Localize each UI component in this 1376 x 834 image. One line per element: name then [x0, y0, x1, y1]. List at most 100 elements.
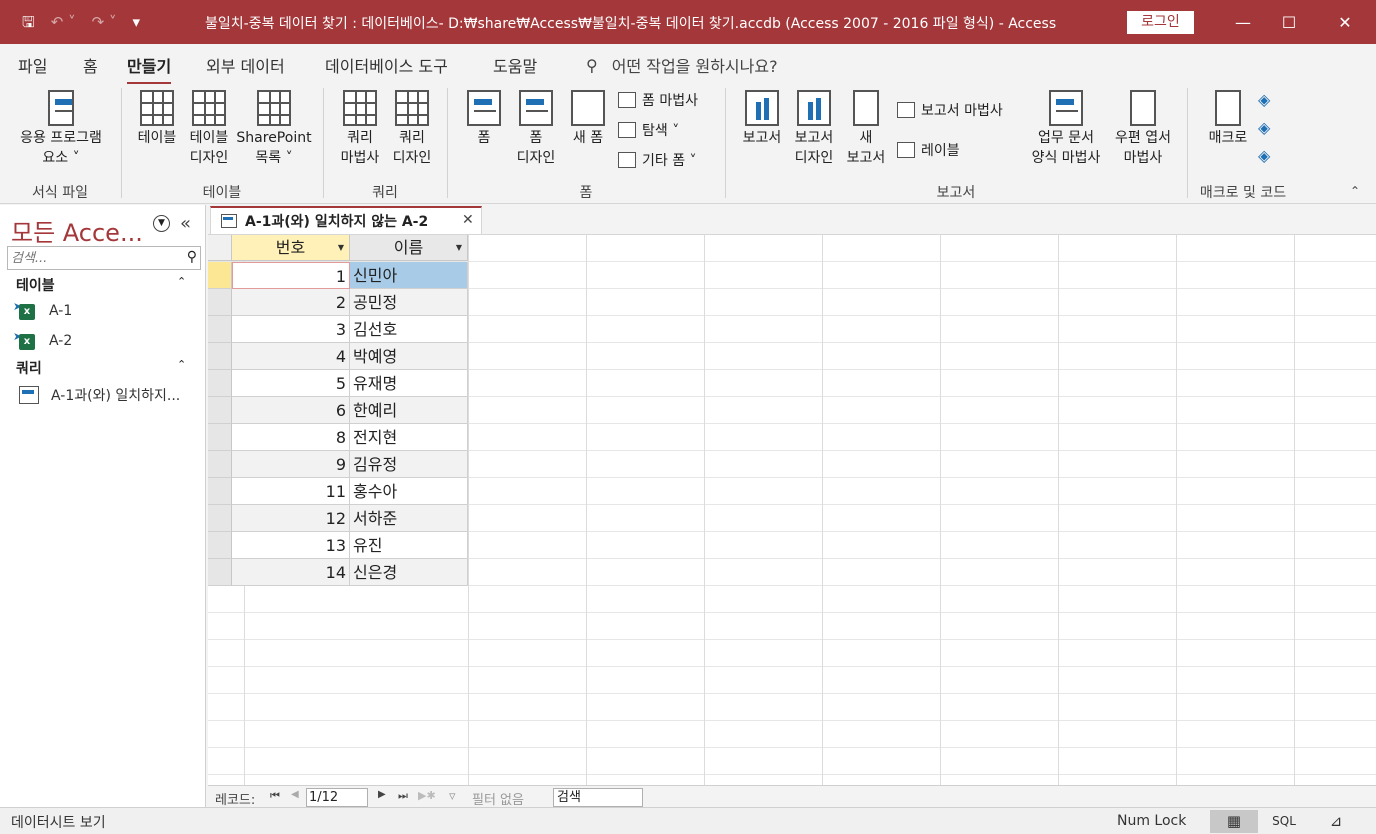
table-button[interactable]: 테이블: [134, 90, 180, 148]
record-selector[interactable]: [208, 451, 232, 478]
close-tab-icon[interactable]: ✕: [462, 212, 474, 228]
record-selector[interactable]: [208, 478, 232, 505]
undo-icon[interactable]: ↶ ˅: [51, 14, 76, 30]
maximize-icon[interactable]: ☐: [1266, 0, 1312, 44]
table-row[interactable]: 1 신민아: [232, 262, 468, 289]
login-button[interactable]: 로그인: [1127, 11, 1194, 34]
table-row[interactable]: 4 박예영: [232, 343, 468, 370]
cell-num[interactable]: 11: [232, 478, 350, 505]
more-forms-button[interactable]: 기타 폼 ˅: [618, 150, 697, 170]
redo-icon[interactable]: ↷ ˅: [92, 14, 117, 30]
business-form-wizard-button[interactable]: 업무 문서 양식 마법사: [1026, 90, 1106, 168]
nav-menu-icon[interactable]: ▼: [153, 215, 170, 232]
filter-status[interactable]: 필터 없음: [472, 789, 524, 808]
column-header-name[interactable]: 이름 ▼: [350, 235, 468, 261]
report-wizard-button[interactable]: 보고서 마법사: [897, 100, 1003, 120]
tab-external-data[interactable]: 외부 데이터: [206, 53, 285, 77]
new-record-icon[interactable]: ▶✱: [418, 789, 436, 802]
cell-num[interactable]: 6: [232, 397, 350, 424]
table-row[interactable]: 9 김유정: [232, 451, 468, 478]
customize-qat-icon[interactable]: ▾: [132, 14, 140, 30]
cell-num[interactable]: 1: [232, 262, 350, 289]
report-design-button[interactable]: 보고서 디자인: [790, 90, 838, 168]
query-wizard-button[interactable]: 쿼리 마법사: [336, 90, 384, 168]
visual-basic-icon[interactable]: ◈: [1258, 146, 1270, 165]
record-selector[interactable]: [208, 262, 232, 289]
last-record-icon[interactable]: ⏭: [398, 789, 408, 803]
tab-help[interactable]: 도움말: [493, 53, 537, 77]
current-record-input[interactable]: 1/12: [306, 788, 368, 807]
nav-group-tables[interactable]: 테이블 ⌃: [16, 275, 186, 295]
cell-name[interactable]: 김유정: [350, 451, 468, 478]
tab-home[interactable]: 홈: [83, 53, 98, 77]
record-selector[interactable]: [208, 397, 232, 424]
record-selector[interactable]: [208, 559, 232, 586]
save-icon[interactable]: 🖫: [22, 14, 35, 30]
nav-pane-title[interactable]: 모든 Acce...: [11, 213, 143, 248]
record-selector[interactable]: [208, 343, 232, 370]
shutter-bar-icon[interactable]: «: [180, 213, 191, 234]
datasheet-view-icon[interactable]: ▦: [1210, 810, 1258, 833]
dropdown-arrow-icon[interactable]: ▼: [338, 235, 344, 261]
form-design-button[interactable]: 폼 디자인: [512, 90, 560, 168]
minimize-icon[interactable]: —: [1220, 0, 1266, 44]
cell-name[interactable]: 서하준: [350, 505, 468, 532]
record-selector[interactable]: [208, 316, 232, 343]
table-row[interactable]: 14 신은경: [232, 559, 468, 586]
cell-name[interactable]: 한예리: [350, 397, 468, 424]
table-row[interactable]: 11 홍수아: [232, 478, 468, 505]
cell-name[interactable]: 박예영: [350, 343, 468, 370]
cell-num[interactable]: 8: [232, 424, 350, 451]
cell-name[interactable]: 신민아: [350, 262, 468, 289]
record-selector[interactable]: [208, 289, 232, 316]
tab-create[interactable]: 만들기: [127, 53, 172, 85]
nav-item-table-a2[interactable]: ➤ x A-2: [13, 330, 72, 350]
class-module-icon[interactable]: ◈: [1258, 118, 1270, 137]
cell-num[interactable]: 2: [232, 289, 350, 316]
record-selector[interactable]: [208, 424, 232, 451]
report-button[interactable]: 보고서: [738, 90, 786, 148]
form-button[interactable]: 폼: [464, 90, 504, 148]
app-parts-button[interactable]: 응용 프로그램 요소 ˅: [12, 90, 110, 168]
table-row[interactable]: 6 한예리: [232, 397, 468, 424]
table-row[interactable]: 2 공민정: [232, 289, 468, 316]
table-row[interactable]: 5 유재명: [232, 370, 468, 397]
document-tab[interactable]: A-1과(와) 일치하지 않는 A-2 ✕: [210, 206, 482, 234]
design-view-icon[interactable]: ⊿: [1314, 810, 1358, 833]
cell-num[interactable]: 9: [232, 451, 350, 478]
cell-name[interactable]: 홍수아: [350, 478, 468, 505]
module-icon[interactable]: ◈: [1258, 90, 1270, 109]
tab-database-tools[interactable]: 데이터베이스 도구: [325, 53, 448, 77]
table-row[interactable]: 3 김선호: [232, 316, 468, 343]
macro-button[interactable]: 매크로: [1204, 90, 1252, 148]
previous-record-icon[interactable]: ◀: [291, 789, 299, 800]
record-selector[interactable]: [208, 532, 232, 559]
tell-me-box[interactable]: ⚲ 어떤 작업을 원하시나요?: [586, 53, 778, 77]
record-search-input[interactable]: 검색: [553, 788, 643, 807]
search-icon[interactable]: ⚲: [187, 249, 197, 265]
tab-file[interactable]: 파일: [18, 53, 47, 77]
table-row[interactable]: 13 유진: [232, 532, 468, 559]
record-selector[interactable]: [208, 370, 232, 397]
nav-group-queries[interactable]: 쿼리 ⌃: [16, 358, 186, 378]
labels-button[interactable]: 레이블: [897, 140, 960, 160]
blank-report-button[interactable]: 새 보고서: [842, 90, 890, 168]
collapse-ribbon-icon[interactable]: ⌃: [1350, 184, 1360, 198]
nav-item-query[interactable]: A-1과(와) 일치하지...: [13, 385, 180, 405]
form-wizard-button[interactable]: 폼 마법사: [618, 90, 698, 110]
dropdown-arrow-icon[interactable]: ▼: [456, 235, 462, 261]
navigation-form-button[interactable]: 탐색 ˅: [618, 120, 679, 140]
table-row[interactable]: 12 서하준: [232, 505, 468, 532]
cell-num[interactable]: 3: [232, 316, 350, 343]
next-record-icon[interactable]: ▶: [378, 789, 386, 800]
cell-name[interactable]: 김선호: [350, 316, 468, 343]
sql-view-button[interactable]: SQL: [1262, 810, 1306, 833]
cell-num[interactable]: 12: [232, 505, 350, 532]
table-design-button[interactable]: 테이블 디자인: [185, 90, 233, 168]
cell-name[interactable]: 전지현: [350, 424, 468, 451]
cell-name[interactable]: 신은경: [350, 559, 468, 586]
close-icon[interactable]: ✕: [1322, 0, 1368, 44]
cell-num[interactable]: 14: [232, 559, 350, 586]
cell-num[interactable]: 5: [232, 370, 350, 397]
sharepoint-list-button[interactable]: SharePoint 목록 ˅: [236, 90, 312, 168]
